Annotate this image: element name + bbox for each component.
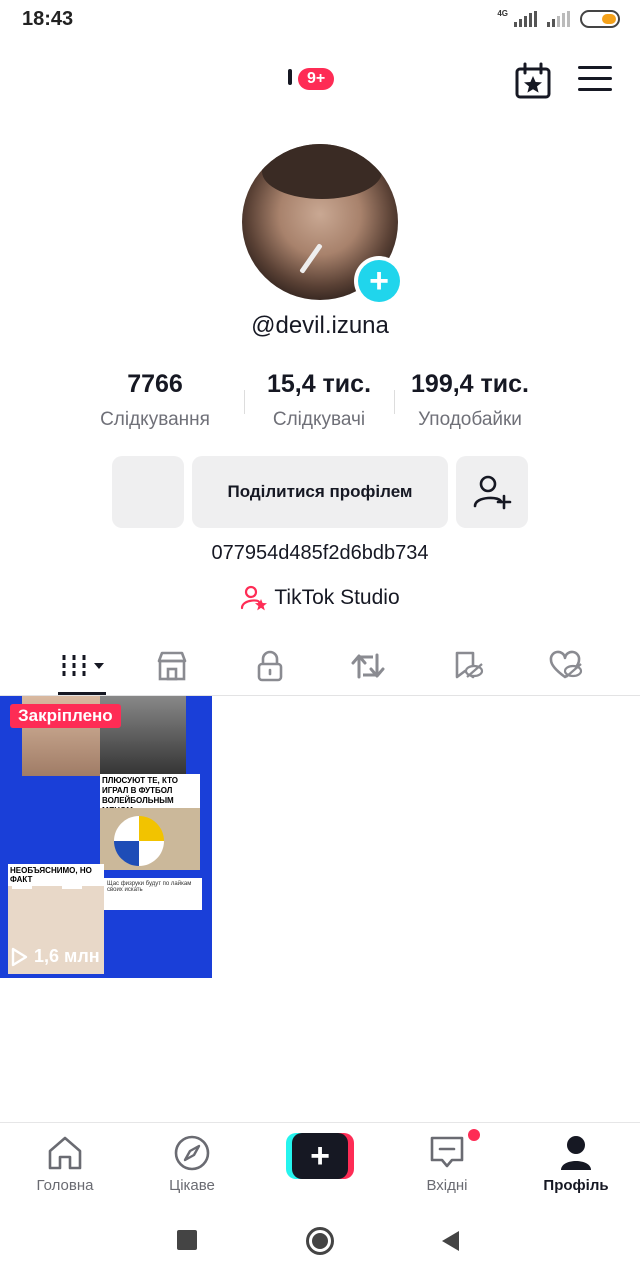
create-button[interactable]: + [286,1133,354,1179]
username: @devil.izuna [251,312,389,339]
view-count: 1,6 млн [10,946,100,967]
play-icon [11,947,28,966]
volleyball-image [100,808,200,870]
inbox-dot [468,1129,480,1141]
create-icon: + [292,1133,348,1179]
status-time: 18:43 [22,8,74,30]
calendar-star-icon[interactable] [514,62,552,100]
edit-profile-button[interactable] [112,456,184,528]
meme-title: НЕОБЪЯСНИМО, НО ФАКТ [8,864,104,886]
stat-value: 199,4 тис. [411,370,529,398]
user-star-icon [241,585,268,611]
lock-icon [257,650,283,682]
back-icon[interactable] [440,1230,460,1257]
battery-icon [580,10,620,28]
stat-following[interactable]: 7766 Слідкування [100,370,210,431]
stat-label: Уподобайки [418,409,522,430]
battery-level [601,14,616,24]
inbox-icon [430,1136,464,1168]
signal-2-icon [547,11,570,27]
studio-label: TikTok Studio [274,586,400,609]
status-bar: 18:43 4G [0,0,640,40]
nav-home[interactable]: Головна [10,1133,120,1194]
tab-private[interactable] [240,636,300,696]
add-avatar-button[interactable]: + [354,256,404,306]
stat-label: Слідкувачі [272,409,366,430]
pinned-badge: Закріплено [10,704,121,728]
tab-shop[interactable] [142,636,202,696]
heart-hidden-icon [549,650,583,679]
tab-reposts[interactable] [338,636,398,696]
nav-label: Профіль [543,1177,609,1194]
notifications[interactable]: 9+ [288,68,335,90]
nav-label: Головна [36,1177,94,1194]
content-tabs [0,636,640,696]
video-thumbnail[interactable]: ПЛЮСУЮТ ТЕ, КТО ИГРАЛ В ФУТБОЛ ВОЛЕЙБОЛЬ… [0,696,212,978]
nav-label: Цікаве [169,1177,215,1194]
notification-badge: 9+ [298,68,335,90]
stat-value: 15,4 тис. [266,370,372,398]
bottom-navigation: Головна Цікаве + Вхідні Профіль [0,1122,640,1204]
tab-liked[interactable] [536,636,596,696]
tab-favorites[interactable] [438,636,498,696]
user-id: 077954d485f2d6bdb734 [211,542,429,564]
share-profile-button[interactable]: Поділитися профілем [192,456,448,528]
active-tab-indicator [58,692,106,695]
notification-icon [288,69,292,85]
menu-icon[interactable] [578,66,612,96]
signal-icon [514,11,537,27]
shop-icon [157,651,187,681]
status-icons: 4G [497,8,620,28]
compass-icon [174,1135,210,1171]
nav-label: Вхідні [426,1177,468,1194]
recents-icon[interactable] [177,1230,197,1250]
bookmark-hidden-icon [455,651,484,679]
tiktok-studio-link[interactable]: TikTok Studio [0,584,640,612]
add-user-icon [473,475,512,510]
plus-icon: + [358,260,400,302]
comment-screenshot: Щас физруки будут по лайкам своих искать [104,878,202,910]
stat-followers[interactable]: 15,4 тис. Слідкувачі [254,370,384,431]
stat-label: Слідкування [100,409,210,430]
nav-discover[interactable]: Цікаве [137,1133,247,1194]
tab-videos[interactable] [52,636,112,696]
repost-icon [351,653,385,679]
home-system-icon[interactable] [306,1227,334,1255]
network-type: 4G [497,8,508,18]
stat-likes[interactable]: 199,4 тис. Уподобайки [400,370,540,431]
grid-icon [62,655,104,677]
view-count-label: 1,6 млн [34,946,100,966]
profile-stats: 7766 Слідкування 15,4 тис. Слідкувачі 19… [0,370,640,440]
add-friends-button[interactable] [456,456,528,528]
home-icon [48,1136,82,1170]
profile-header: 9+ [0,60,640,104]
stat-value: 7766 [127,370,183,398]
nav-profile[interactable]: Профіль [521,1133,631,1194]
thumbnail-caption: ПЛЮСУЮТ ТЕ, КТО ИГРАЛ В ФУТБОЛ ВОЛЕЙБОЛЬ… [100,774,200,815]
profile-icon [561,1136,591,1170]
system-navigation [0,1204,640,1280]
nav-inbox[interactable]: Вхідні [392,1129,502,1194]
